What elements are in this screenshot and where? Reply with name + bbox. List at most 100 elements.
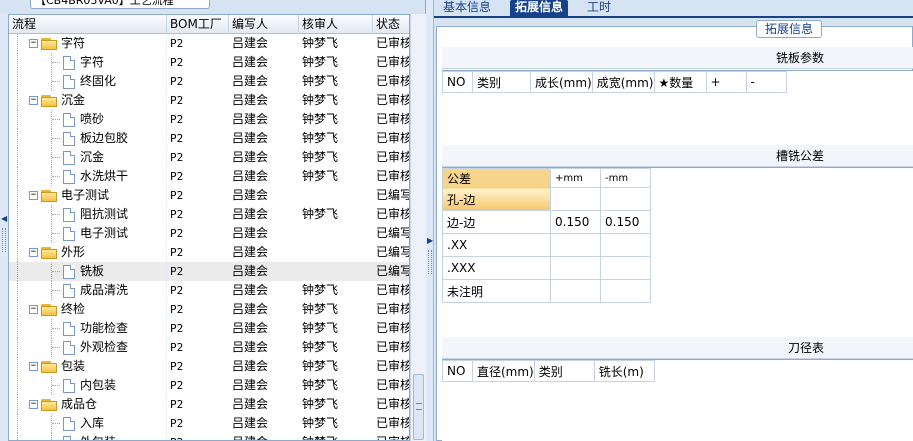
author-cell[interactable]: 吕建会 <box>229 262 299 281</box>
tree-item-row[interactable]: 板边包胶 P2 吕建会 钟梦飞 已审核 <box>9 129 409 148</box>
column-header-author[interactable]: 编写人 <box>229 15 299 34</box>
flow-cell[interactable]: 板边包胶 <box>9 129 167 148</box>
tolerance-plus-field[interactable] <box>550 187 601 211</box>
flow-cell[interactable]: − 外形 <box>9 243 167 262</box>
flow-cell[interactable]: 功能检查 <box>9 319 167 338</box>
reviewer-cell[interactable]: 钟梦飞 <box>299 91 373 110</box>
right-splitter[interactable]: ▶ <box>426 0 434 441</box>
reviewer-cell[interactable]: 钟梦飞 <box>299 319 373 338</box>
tree-item-row[interactable]: 铣板 P2 吕建会 已编写 <box>9 262 409 281</box>
status-cell[interactable]: 已审核 <box>373 395 409 414</box>
tree-folder-row[interactable]: − 终检 P2 吕建会 钟梦飞 已审核 <box>9 300 409 319</box>
column-header-status[interactable]: 状态 <box>373 15 409 34</box>
author-cell[interactable]: 吕建会 <box>229 300 299 319</box>
flow-cell[interactable]: 沉金 <box>9 148 167 167</box>
reviewer-cell[interactable] <box>299 224 373 243</box>
collapse-toggle-icon[interactable]: − <box>29 39 38 48</box>
author-cell[interactable]: 吕建会 <box>229 319 299 338</box>
tolerance-minus-field[interactable] <box>600 233 651 257</box>
bom-cell[interactable]: P2 <box>167 414 229 433</box>
board-col-no[interactable]: NO <box>442 71 473 93</box>
tree-item-row[interactable]: 电子测试 P2 吕建会 已编写 <box>9 224 409 243</box>
column-header-reviewer[interactable]: 核审人 <box>299 15 373 34</box>
reviewer-cell[interactable]: 钟梦飞 <box>299 148 373 167</box>
splitter-grip-icon[interactable] <box>2 228 6 252</box>
board-col-minus[interactable]: - <box>745 71 787 93</box>
scrollbar-thumb[interactable] <box>413 374 424 440</box>
board-col-quantity[interactable]: ★数量 <box>653 71 707 93</box>
bom-cell[interactable]: P2 <box>167 300 229 319</box>
tolerance-minus-field[interactable] <box>600 187 651 211</box>
status-cell[interactable]: 已审核 <box>373 110 409 129</box>
reviewer-cell[interactable] <box>299 262 373 281</box>
flow-cell[interactable]: 铣板 <box>9 262 167 281</box>
flow-cell[interactable]: 入库 <box>9 414 167 433</box>
bom-cell[interactable]: P2 <box>167 224 229 243</box>
bom-cell[interactable]: P2 <box>167 205 229 224</box>
reviewer-cell[interactable]: 钟梦飞 <box>299 414 373 433</box>
tolerance-plus-field[interactable]: 0.150 <box>550 210 601 234</box>
flow-cell[interactable]: 水洗烘干 <box>9 167 167 186</box>
reviewer-cell[interactable]: 钟梦飞 <box>299 338 373 357</box>
status-cell[interactable]: 已审核 <box>373 53 409 72</box>
bom-cell[interactable]: P2 <box>167 376 229 395</box>
reviewer-cell[interactable]: 钟梦飞 <box>299 110 373 129</box>
column-header-bom[interactable]: BOM工厂 <box>167 15 229 34</box>
collapse-toggle-icon[interactable]: − <box>29 248 38 257</box>
tree-folder-row[interactable]: − 沉金 P2 吕建会 钟梦飞 已审核 <box>9 91 409 110</box>
bom-cell[interactable]: P2 <box>167 148 229 167</box>
collapse-toggle-icon[interactable]: − <box>29 96 38 105</box>
collapse-toggle-icon[interactable]: − <box>29 305 38 314</box>
flow-cell[interactable]: − 电子测试 <box>9 186 167 205</box>
flow-cell[interactable]: − 字符 <box>9 34 167 53</box>
board-col-length[interactable]: 成长(mm) <box>530 71 593 93</box>
author-cell[interactable]: 吕建会 <box>229 91 299 110</box>
author-cell[interactable]: 吕建会 <box>229 395 299 414</box>
status-cell[interactable]: 已审核 <box>373 91 409 110</box>
author-cell[interactable]: 吕建会 <box>229 110 299 129</box>
tree-item-row[interactable]: 功能检查 P2 吕建会 钟梦飞 已审核 <box>9 319 409 338</box>
reviewer-cell[interactable]: 钟梦飞 <box>299 53 373 72</box>
tolerance-plus-field[interactable] <box>550 279 601 303</box>
author-cell[interactable]: 吕建会 <box>229 338 299 357</box>
author-cell[interactable]: 吕建会 <box>229 205 299 224</box>
splitter-grip-icon[interactable] <box>428 250 432 274</box>
author-cell[interactable]: 吕建会 <box>229 357 299 376</box>
bom-cell[interactable]: P2 <box>167 129 229 148</box>
tolerance-minus-field[interactable]: 0.150 <box>600 210 651 234</box>
reviewer-cell[interactable]: 钟梦飞 <box>299 205 373 224</box>
tree-item-row[interactable]: 沉金 P2 吕建会 钟梦飞 已审核 <box>9 148 409 167</box>
flow-cell[interactable]: − 沉金 <box>9 91 167 110</box>
tree-folder-row[interactable]: − 包装 P2 吕建会 钟梦飞 已审核 <box>9 357 409 376</box>
author-cell[interactable]: 吕建会 <box>229 281 299 300</box>
tolerance-plus-field[interactable] <box>550 233 601 257</box>
status-cell[interactable]: 已审核 <box>373 72 409 91</box>
author-cell[interactable]: 吕建会 <box>229 53 299 72</box>
cutter-col-length[interactable]: 铣长(m) <box>593 360 655 382</box>
cutter-col-no[interactable]: NO <box>442 360 473 382</box>
status-cell[interactable]: 已审核 <box>373 300 409 319</box>
flow-cell[interactable]: 电子测试 <box>9 224 167 243</box>
reviewer-cell[interactable]: 钟梦飞 <box>299 395 373 414</box>
reviewer-cell[interactable]: 钟梦飞 <box>299 433 373 440</box>
status-cell[interactable]: 已编写 <box>373 224 409 243</box>
reviewer-cell[interactable]: 钟梦飞 <box>299 376 373 395</box>
column-header-flow[interactable]: 流程 <box>9 15 167 34</box>
bom-cell[interactable]: P2 <box>167 72 229 91</box>
tree-item-row[interactable]: 字符 P2 吕建会 钟梦飞 已审核 <box>9 53 409 72</box>
status-cell[interactable]: 已审核 <box>373 433 409 440</box>
board-col-category[interactable]: 类别 <box>472 71 531 93</box>
bom-cell[interactable]: P2 <box>167 357 229 376</box>
tree-item-row[interactable]: 外包装 P2吕建会钟梦飞已审核 <box>9 433 409 440</box>
flow-cell[interactable]: 终固化 <box>9 72 167 91</box>
tree-item-row[interactable]: 水洗烘干 P2 吕建会 钟梦飞 已审核 <box>9 167 409 186</box>
tolerance-label[interactable]: .XXX <box>442 256 551 280</box>
tree-item-row[interactable]: 喷砂 P2 吕建会 钟梦飞 已审核 <box>9 110 409 129</box>
status-cell[interactable]: 已审核 <box>373 338 409 357</box>
author-cell[interactable]: 吕建会 <box>229 186 299 205</box>
status-cell[interactable]: 已编写 <box>373 243 409 262</box>
flow-cell[interactable]: 喷砂 <box>9 110 167 129</box>
status-cell[interactable]: 已编写 <box>373 262 409 281</box>
tolerance-label[interactable]: 孔-边 <box>442 187 551 211</box>
status-cell[interactable]: 已审核 <box>373 319 409 338</box>
